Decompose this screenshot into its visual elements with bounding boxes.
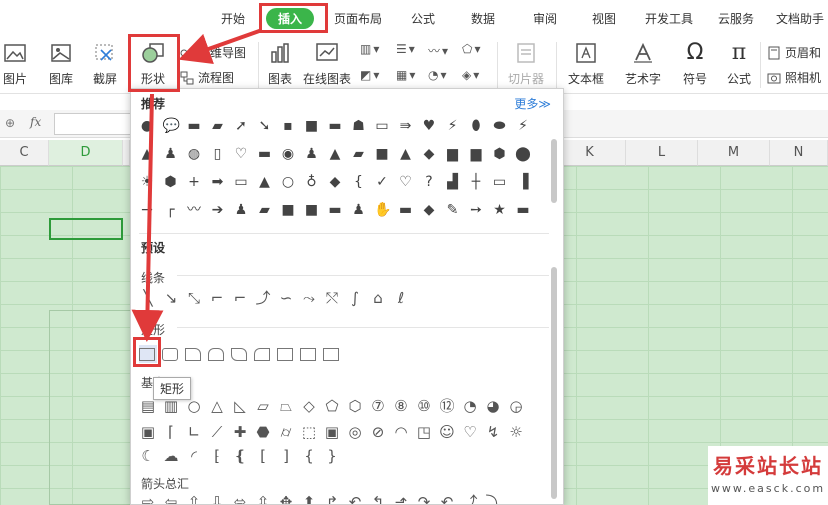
arrow-to-shape-button xyxy=(178,28,263,65)
annotation-arrows xyxy=(131,28,263,342)
spreadsheet-window: 开始 插入 页面布局 公式 数据 审阅 视图 开发工具 云服务 文档助手 图片 … xyxy=(0,0,828,505)
watermark-title: 易采站长站 xyxy=(713,454,823,478)
watermark: 易采站长站 www.easck.com xyxy=(708,446,828,505)
watermark-url: www.easck.com xyxy=(710,482,826,495)
arrow-to-rectangle xyxy=(131,93,164,342)
